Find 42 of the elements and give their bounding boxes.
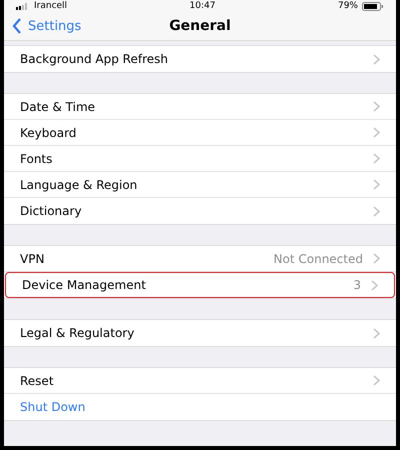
back-button[interactable]: Settings <box>12 16 82 36</box>
settings-row[interactable]: Shut Down <box>4 394 396 420</box>
settings-row[interactable]: Legal & Regulatory <box>4 320 396 346</box>
battery-icon <box>362 2 384 10</box>
settings-row[interactable]: Background App Refresh <box>4 46 396 72</box>
row-label: Reset <box>20 374 55 388</box>
chevron-icon <box>373 153 380 164</box>
row-label: VPN <box>20 252 46 266</box>
settings-row[interactable]: Device Management 3 <box>5 272 395 298</box>
row-label: Legal & Regulatory <box>20 326 136 340</box>
battery-percent: 79% <box>338 0 358 12</box>
settings-row[interactable]: Keyboard <box>4 120 396 146</box>
chevron-icon <box>373 54 380 64</box>
row-value: 3 <box>353 278 361 292</box>
row-label: Background App Refresh <box>20 52 169 66</box>
row-label: Keyboard <box>20 126 78 140</box>
row-label: Dictionary <box>20 204 83 218</box>
back-chevron-icon <box>12 18 22 34</box>
chevron-icon <box>373 375 380 386</box>
settings-row[interactable]: Reset <box>4 368 396 394</box>
settings-row[interactable]: Language & Region <box>4 172 396 198</box>
chevron-icon <box>373 206 380 216</box>
row-label: Device Management <box>22 278 147 292</box>
settings-row[interactable]: Dictionary <box>4 198 396 224</box>
row-label: Language & Region <box>20 178 138 192</box>
clock-time: 10:47 <box>190 0 216 12</box>
chevron-icon <box>373 179 380 190</box>
carrier-name: Irancell <box>34 0 68 12</box>
chevron-icon <box>373 328 380 338</box>
signal-icon <box>16 2 30 10</box>
chevron-icon <box>373 253 380 264</box>
row-label: Date & Time <box>20 100 96 114</box>
page-title: General <box>169 18 231 34</box>
chevron-icon <box>373 101 380 112</box>
settings-row[interactable]: VPN Not Connected <box>4 246 396 272</box>
row-value: Not Connected <box>274 252 363 266</box>
chevron-icon <box>373 127 380 138</box>
row-label: Shut Down <box>20 400 86 414</box>
settings-row[interactable]: Fonts <box>4 146 396 172</box>
row-label: Fonts <box>20 152 54 166</box>
chevron-icon <box>371 280 378 290</box>
settings-row[interactable]: Date & Time <box>4 94 396 120</box>
